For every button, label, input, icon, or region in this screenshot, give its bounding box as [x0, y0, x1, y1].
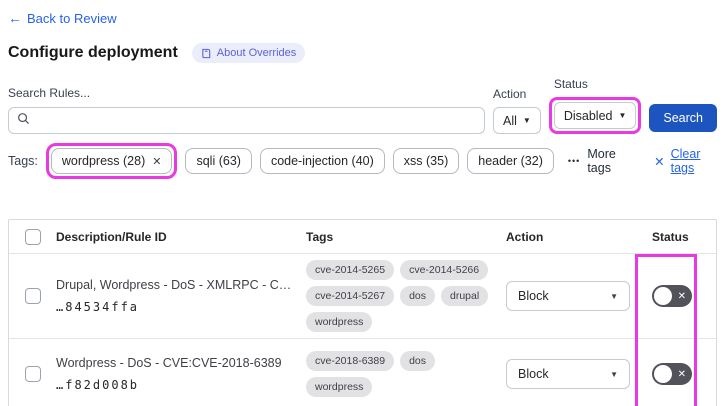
- about-overrides-badge[interactable]: About Overrides: [191, 43, 306, 63]
- action-filter-label: Action: [493, 87, 527, 101]
- rule-id: …84534ffa: [56, 300, 140, 314]
- selected-tag-highlight: wordpress (28) ✕: [45, 143, 178, 179]
- rule-tag-badge: wordpress: [306, 377, 373, 397]
- back-arrow-icon: ←: [8, 10, 22, 26]
- about-badge-label: About Overrides: [216, 47, 297, 59]
- filter-bar: Search Rules... Action All ▼ Status Disa…: [8, 77, 717, 134]
- search-icon: [17, 112, 30, 130]
- rule-tag-badge: dos: [400, 286, 435, 306]
- table-row: Drupal, Wordpress - DoS - XMLRPC - CVE:C…: [9, 254, 716, 339]
- search-group: Search Rules...: [8, 86, 485, 134]
- table-header-row: Description/Rule ID Tags Action Status: [9, 220, 716, 254]
- status-filter-value: Disabled: [563, 108, 613, 123]
- clear-tags-label: Clear tags: [670, 147, 701, 175]
- action-select[interactable]: Block ▼: [506, 281, 630, 311]
- row-checkbox[interactable]: [24, 366, 41, 382]
- toggle-off-icon: ✕: [677, 290, 686, 302]
- action-select-value: Block: [518, 367, 549, 381]
- more-tags-label: More tags: [587, 147, 616, 175]
- status-filter: Status Disabled ▼: [548, 77, 642, 134]
- tag-pill-list: sqli (63) code-injection (40) xss (35) head…: [185, 148, 554, 174]
- more-tags-button[interactable]: ••• More tags: [568, 147, 632, 175]
- search-rules-input[interactable]: [36, 113, 476, 128]
- heading-row: Configure deployment About Overrides: [8, 43, 717, 63]
- status-filter-highlight: Disabled ▼: [548, 97, 642, 134]
- toggle-knob: [654, 287, 672, 305]
- rule-tag-badge: cve-2014-5265: [306, 260, 395, 280]
- rule-id: …f82d008b: [56, 378, 140, 392]
- configure-deployment-page: ← Back to Review Configure deployment Ab…: [0, 0, 725, 406]
- tag-filter-pill[interactable]: header (32): [467, 148, 554, 174]
- toggle-off-icon: ✕: [677, 368, 686, 380]
- action-filter-select[interactable]: All ▼: [493, 107, 541, 134]
- page-title: Configure deployment: [8, 44, 178, 61]
- col-header-status: Status: [652, 229, 689, 244]
- chevron-down-icon: ▼: [618, 111, 627, 120]
- search-button[interactable]: Search: [649, 104, 717, 132]
- tags-bar: Tags: wordpress (28) ✕ sqli (63) code-inj…: [8, 143, 717, 179]
- rule-tag-badge: wordpress: [306, 312, 373, 332]
- clear-icon: ✕: [654, 154, 665, 169]
- close-icon[interactable]: ✕: [152, 155, 161, 168]
- action-filter-value: All: [503, 113, 517, 128]
- rule-tag-badge: drupal: [441, 286, 489, 306]
- status-toggle[interactable]: ✕: [652, 363, 692, 385]
- ellipsis-icon: •••: [567, 156, 581, 166]
- col-header-action: Action: [506, 229, 544, 244]
- rule-tag-badge: cve-2018-6389: [306, 351, 395, 371]
- rule-tag-badge: cve-2014-5267: [306, 286, 395, 306]
- action-filter: Action All ▼: [493, 87, 541, 134]
- tag-filter-pill[interactable]: xss (35): [392, 148, 460, 174]
- rule-tag-badge: cve-2014-5266: [400, 260, 489, 280]
- table-body: Drupal, Wordpress - DoS - XMLRPC - CVE:C…: [9, 254, 716, 406]
- col-header-description: Description/Rule ID: [56, 229, 167, 244]
- select-all-checkbox[interactable]: [24, 228, 41, 245]
- row-checkbox[interactable]: [24, 288, 41, 304]
- table-row: Wordpress - DoS - CVE:CVE-2018-6389 …f82d…: [9, 339, 716, 406]
- back-link-label: Back to Review: [27, 10, 117, 26]
- chevron-down-icon: ▼: [610, 291, 618, 301]
- col-header-tags: Tags: [306, 229, 334, 244]
- back-to-review-link[interactable]: ← Back to Review: [8, 10, 117, 26]
- action-select-value: Block: [518, 289, 549, 303]
- rule-description: Wordpress - DoS - CVE:CVE-2018-6389: [56, 356, 282, 370]
- status-filter-label: Status: [553, 77, 588, 91]
- tags-bar-label: Tags:: [8, 154, 38, 168]
- chevron-down-icon: ▼: [610, 369, 618, 379]
- status-filter-select[interactable]: Disabled ▼: [553, 102, 637, 129]
- tag-filter-pill[interactable]: sqli (63): [185, 148, 252, 174]
- clear-tags-button[interactable]: ✕ Clear tags: [654, 147, 717, 175]
- tag-filter-wordpress[interactable]: wordpress (28) ✕: [50, 148, 173, 174]
- rule-description: Drupal, Wordpress - DoS - XMLRPC - CVE:C…: [56, 278, 292, 292]
- rule-tag-badge: dos: [400, 351, 435, 371]
- search-box: [8, 107, 485, 134]
- chevron-down-icon: ▼: [522, 116, 531, 125]
- search-rules-label: Search Rules...: [8, 86, 91, 100]
- book-icon: [201, 48, 212, 59]
- tag-filter-label: wordpress (28): [61, 154, 146, 168]
- toggle-knob: [654, 365, 672, 383]
- tag-filter-pill[interactable]: code-injection (40): [259, 148, 385, 174]
- rules-table: Description/Rule ID Tags Action Status D…: [8, 219, 717, 406]
- status-toggle[interactable]: ✕: [652, 285, 692, 307]
- action-select[interactable]: Block ▼: [506, 359, 630, 389]
